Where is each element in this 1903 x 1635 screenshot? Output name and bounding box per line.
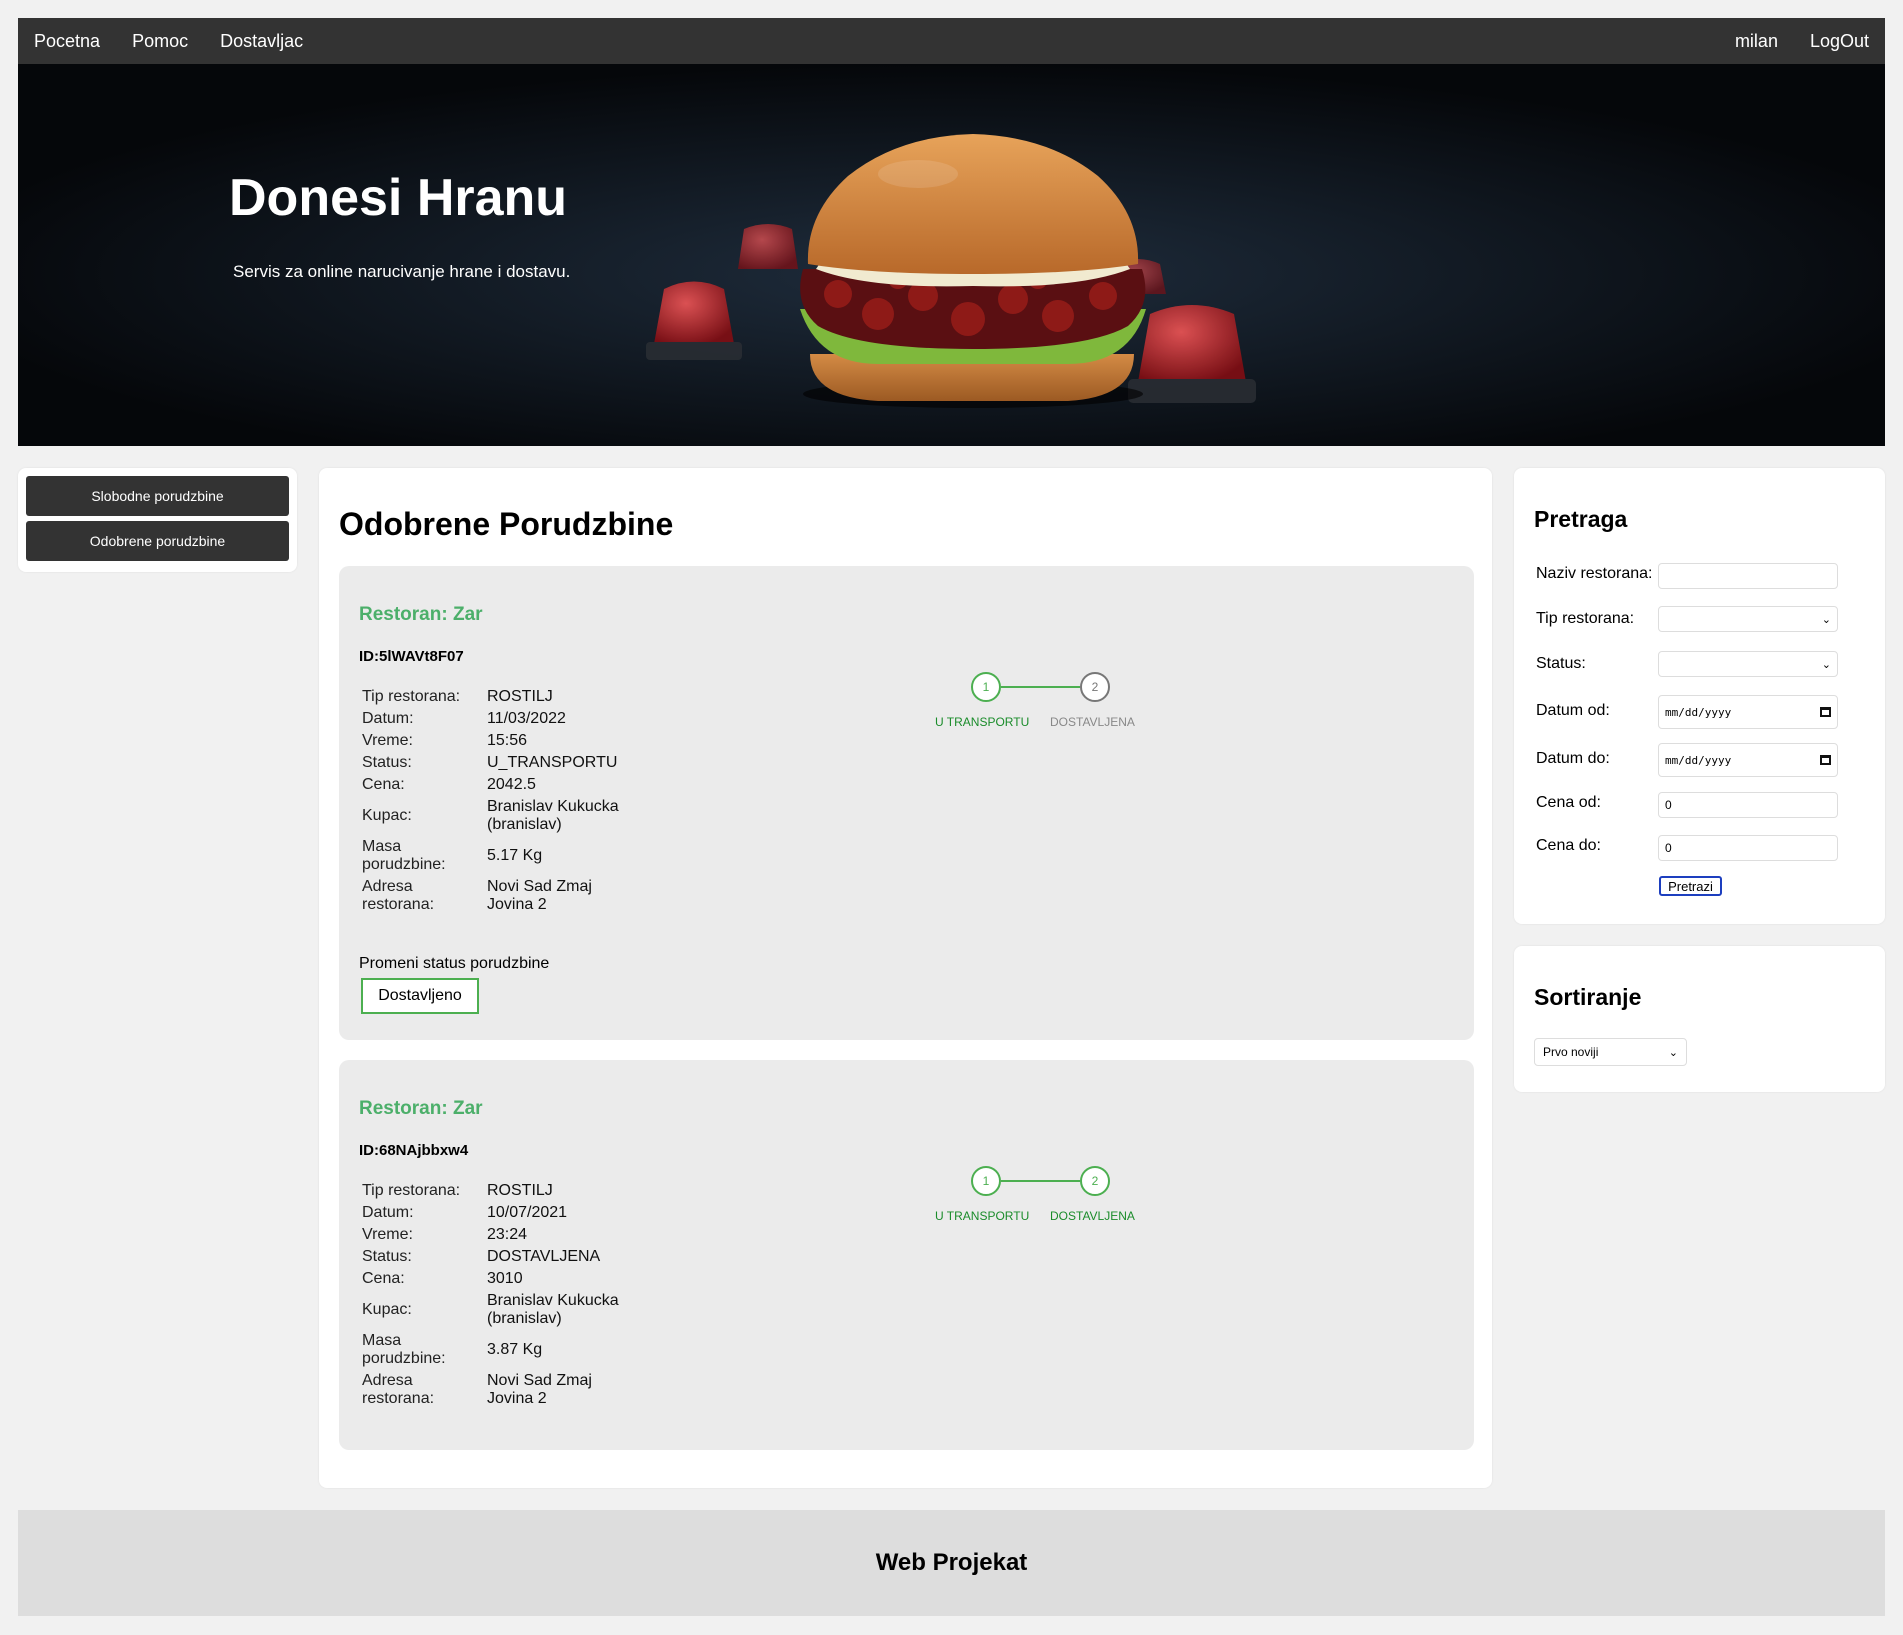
restaurant-type-label: Tip restorana:: [1536, 610, 1635, 627]
calendar-icon[interactable]: [1820, 755, 1831, 765]
field-label: Cena:: [362, 1270, 405, 1287]
restaurant-type-select[interactable]: ⌄: [1658, 606, 1838, 632]
hero-banner: Donesi Hranu Servis za online narucivanj…: [18, 64, 1885, 446]
page-footer: Web Projekat: [18, 1510, 1885, 1616]
field-value: 3010: [487, 1270, 523, 1287]
field-value: 2042.5: [487, 776, 536, 793]
field-label: Status:: [362, 1248, 412, 1265]
order-id: ID:5lWAVt8F07: [359, 648, 464, 665]
field-label: Masa porudzbine:: [362, 838, 446, 873]
field-value: 10/07/2021: [487, 1204, 568, 1221]
order-card: Restoran: Zar ID:5lWAVt8F07 Tip restoran…: [339, 566, 1474, 1040]
restaurant-name-label: Naziv restorana:: [1536, 565, 1653, 582]
restaurant-name-input[interactable]: [1658, 563, 1838, 589]
field-label: Vreme:: [362, 732, 413, 749]
sidebar-button-slobodne[interactable]: Slobodne porudzbine: [26, 476, 289, 516]
search-title: Pretraga: [1534, 506, 1628, 532]
sidebar-menu: Slobodne porudzbine Odobrene porudzbine: [18, 468, 297, 572]
field-label: Kupac:: [362, 807, 412, 824]
step-circle-1: 1: [971, 672, 1001, 702]
sort-title: Sortiranje: [1534, 984, 1642, 1010]
nav-link-dostavljac[interactable]: Dostavljac: [204, 18, 319, 64]
price-from-label: Cena od:: [1536, 794, 1601, 811]
chevron-down-icon: ⌄: [1821, 613, 1831, 626]
date-to-placeholder: mm/dd/yyyy: [1665, 753, 1732, 767]
field-label: Adresa restorana:: [362, 878, 435, 913]
field-label: Datum:: [362, 1204, 414, 1221]
date-from-label: Datum od:: [1536, 702, 1610, 719]
page-title: Odobrene Porudzbine: [339, 506, 674, 542]
field-label: Kupac:: [362, 1301, 412, 1318]
field-label: Datum:: [362, 710, 414, 727]
field-value: Novi Sad Zmaj Jovina 2: [487, 1372, 592, 1407]
sort-select[interactable]: Prvo noviji ⌄: [1534, 1038, 1687, 1066]
footer-title: Web Projekat: [875, 1549, 1028, 1576]
field-value: ROSTILJ: [487, 688, 553, 705]
field-value: Novi Sad Zmaj Jovina 2: [487, 878, 592, 913]
sort-selected-value: Prvo noviji: [1543, 1045, 1599, 1059]
hero-subtitle: Servis za online narucivanje hrane i dos…: [233, 262, 571, 281]
order-restaurant: Restoran: Zar: [359, 604, 483, 625]
field-label: Cena:: [362, 776, 405, 793]
nav-link-pomoc[interactable]: Pomoc: [116, 18, 204, 64]
step-label-1: U TRANSPORTU: [935, 715, 1030, 729]
nav-link-logout[interactable]: LogOut: [1794, 18, 1885, 64]
search-panel: Pretraga Naziv restorana: Tip restorana:…: [1514, 468, 1885, 924]
field-value: 15:56: [487, 732, 528, 749]
step-circle-2: 2: [1080, 672, 1110, 702]
step-connector: [1001, 686, 1080, 688]
status-label: Status:: [1536, 655, 1586, 672]
field-label: Tip restorana:: [362, 688, 461, 705]
step-label-2: DOSTAVLJENA: [1050, 1209, 1135, 1223]
sort-panel: Sortiranje Prvo noviji ⌄: [1514, 946, 1885, 1092]
date-to-label: Datum do:: [1536, 750, 1610, 767]
status-select[interactable]: ⌄: [1658, 651, 1838, 677]
search-button[interactable]: Pretrazi: [1659, 876, 1722, 896]
field-value: Branislav Kukucka (branislav): [487, 1292, 619, 1327]
price-to-input[interactable]: 0: [1658, 835, 1838, 861]
field-value: 11/03/2022: [487, 710, 566, 727]
chevron-down-icon: ⌄: [1821, 658, 1831, 671]
status-stepper: 1 2 U TRANSPORTU DOSTAVLJENA: [935, 1166, 1145, 1226]
delivered-button[interactable]: Dostavljeno: [361, 978, 479, 1014]
field-label: Adresa restorana:: [362, 1372, 435, 1407]
field-label: Vreme:: [362, 1226, 413, 1243]
hero-title: Donesi Hranu: [229, 169, 568, 227]
price-from-input[interactable]: 0: [1658, 792, 1838, 818]
top-navbar: Pocetna Pomoc Dostavljac milan LogOut: [18, 18, 1885, 64]
field-value: U_TRANSPORTU: [487, 754, 618, 771]
field-value: DOSTAVLJENA: [487, 1248, 601, 1265]
order-restaurant: Restoran: Zar: [359, 1098, 483, 1119]
order-id: ID:68NAjbbxw4: [359, 1142, 469, 1159]
order-details-table: Tip restorana: ROSTILJ Datum: 11/03/2022 V…: [359, 686, 630, 916]
nav-link-pocetna[interactable]: Pocetna: [18, 18, 116, 64]
field-value: 5.17 Kg: [487, 847, 543, 864]
date-to-input[interactable]: mm/dd/yyyy: [1658, 743, 1838, 777]
step-circle-2: 2: [1080, 1166, 1110, 1196]
order-card: Restoran: Zar ID:68NAjbbxw4 Tip restoran…: [339, 1060, 1474, 1450]
field-label: Masa porudzbine:: [362, 1332, 446, 1367]
field-value: 23:24: [487, 1226, 528, 1243]
step-connector: [1001, 1180, 1080, 1182]
nav-link-username[interactable]: milan: [1719, 18, 1794, 64]
date-from-input[interactable]: mm/dd/yyyy: [1658, 695, 1838, 729]
sidebar-button-odobrene[interactable]: Odobrene porudzbine: [26, 521, 289, 561]
chevron-down-icon: ⌄: [1668, 1046, 1678, 1059]
burger-hero-image: [18, 64, 1885, 446]
order-details-table: Tip restorana: ROSTILJ Datum: 10/07/2021 V…: [359, 1180, 630, 1410]
orders-panel: Odobrene Porudzbine Restoran: Zar ID:5lW…: [319, 468, 1492, 1488]
price-to-label: Cena do:: [1536, 837, 1601, 854]
step-label-2: DOSTAVLJENA: [1050, 715, 1135, 729]
field-label: Status:: [362, 754, 412, 771]
field-value: ROSTILJ: [487, 1182, 553, 1199]
date-from-placeholder: mm/dd/yyyy: [1665, 705, 1732, 719]
status-stepper: 1 2 U TRANSPORTU DOSTAVLJENA: [935, 672, 1145, 732]
step-circle-1: 1: [971, 1166, 1001, 1196]
field-value: 3.87 Kg: [487, 1341, 543, 1358]
change-status-label: Promeni status porudzbine: [359, 955, 550, 972]
field-value: Branislav Kukucka (branislav): [487, 798, 619, 833]
field-label: Tip restorana:: [362, 1182, 461, 1199]
step-label-1: U TRANSPORTU: [935, 1209, 1030, 1223]
calendar-icon[interactable]: [1820, 707, 1831, 717]
